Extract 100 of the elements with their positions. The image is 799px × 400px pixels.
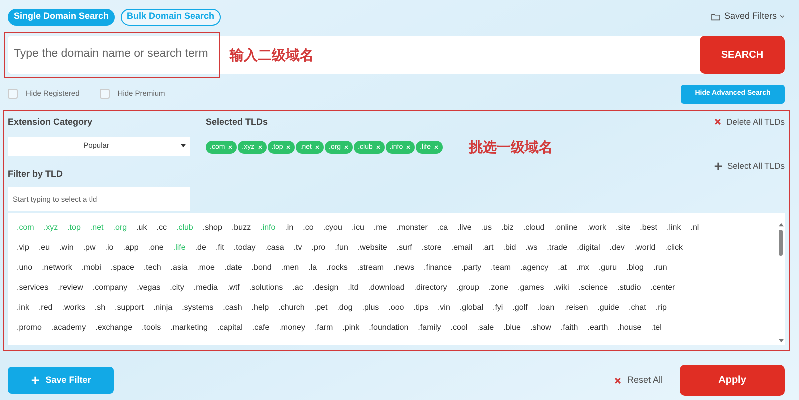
tld-option[interactable]: .stream: [357, 262, 384, 274]
checkbox[interactable]: [8, 89, 18, 99]
tld-option[interactable]: .io: [105, 242, 114, 254]
tld-option[interactable]: .today: [234, 242, 256, 254]
tld-option[interactable]: .email: [451, 242, 473, 254]
tld-option[interactable]: .shop: [202, 222, 222, 234]
tld-option[interactable]: .earth: [588, 322, 608, 334]
tld-option[interactable]: .house: [618, 322, 642, 334]
tld-option[interactable]: .systems: [182, 302, 214, 314]
tld-option[interactable]: .pw: [83, 242, 96, 254]
tld-option[interactable]: .store: [422, 242, 442, 254]
close-icon[interactable]: [286, 144, 292, 150]
tld-option[interactable]: .help: [252, 302, 270, 314]
tld-option[interactable]: .cyou: [323, 222, 342, 234]
select-all-tlds-link[interactable]: Select All TLDs: [714, 160, 785, 172]
close-icon[interactable]: [376, 144, 381, 150]
tld-option[interactable]: .best: [640, 222, 658, 234]
tld-option[interactable]: .ac: [292, 282, 304, 294]
tld-option[interactable]: .farm: [314, 322, 334, 334]
tld-option[interactable]: .golf: [512, 302, 528, 314]
tld-option[interactable]: .us: [481, 222, 492, 234]
tld-option[interactable]: .download: [368, 282, 405, 294]
tld-option[interactable]: .cash: [223, 302, 242, 314]
reset-all-button[interactable]: Reset All: [614, 374, 663, 388]
tld-option[interactable]: .moe: [197, 262, 215, 274]
tld-option[interactable]: .world: [634, 242, 656, 254]
tld-option[interactable]: .blog: [626, 262, 644, 274]
tld-option[interactable]: .pro: [312, 242, 326, 254]
tld-option[interactable]: .biz: [501, 222, 514, 234]
scroll-down-icon[interactable]: [778, 339, 784, 343]
tld-option[interactable]: .church: [278, 302, 305, 314]
tld-option[interactable]: .show: [530, 322, 552, 334]
tld-option[interactable]: .guide: [598, 302, 620, 314]
tld-option[interactable]: .blue: [504, 322, 521, 334]
delete-all-tlds-link[interactable]: Delete All TLDs: [714, 116, 785, 129]
tld-option[interactable]: .ink: [17, 302, 30, 314]
tld-option[interactable]: .loan: [537, 302, 555, 314]
tld-option[interactable]: .fun: [335, 242, 348, 254]
tld-option[interactable]: .work: [587, 222, 606, 234]
close-icon[interactable]: [344, 144, 350, 150]
tld-option[interactable]: .app: [123, 242, 139, 254]
tld-option[interactable]: .men: [281, 262, 300, 274]
tld-option[interactable]: .support: [115, 302, 144, 314]
tld-option[interactable]: .directory: [414, 282, 448, 294]
tld-option[interactable]: .cafe: [252, 322, 270, 334]
tld-option[interactable]: .red: [38, 302, 53, 314]
tld-option[interactable]: .ltd: [348, 282, 359, 294]
tld-option[interactable]: .capital: [218, 322, 243, 334]
tld-option[interactable]: .me: [374, 222, 388, 234]
tld-option[interactable]: .money: [279, 322, 306, 334]
tld-option[interactable]: .monster: [396, 222, 428, 234]
tld-option[interactable]: .academy: [51, 322, 86, 334]
tld-option[interactable]: .in: [285, 222, 294, 234]
tld-option[interactable]: .site: [616, 222, 631, 234]
tld-option[interactable]: .plus: [362, 302, 380, 314]
tld-option[interactable]: .vegas: [137, 282, 161, 294]
tld-option[interactable]: .uno: [17, 262, 33, 274]
tld-option[interactable]: .works: [62, 302, 86, 314]
tld-option[interactable]: .dog: [337, 302, 353, 314]
tld-option[interactable]: .promo: [17, 322, 42, 334]
tld-option[interactable]: .pet: [314, 302, 328, 314]
tld-option[interactable]: .tv: [294, 242, 302, 254]
close-icon[interactable]: [258, 144, 263, 150]
tld-option[interactable]: .global: [460, 302, 484, 314]
tld-option[interactable]: .vip: [17, 242, 30, 254]
tld-option[interactable]: .chat: [629, 302, 646, 314]
tld-option[interactable]: .pink: [342, 322, 360, 334]
tld-option[interactable]: .sale: [477, 322, 494, 334]
tld-option[interactable]: .team: [491, 262, 512, 274]
tld-option[interactable]: .reisen: [564, 302, 588, 314]
tld-option[interactable]: .exchange: [96, 322, 133, 334]
tld-option[interactable]: .wiki: [554, 282, 570, 294]
tld-option[interactable]: .ca: [437, 222, 448, 234]
close-icon[interactable]: [406, 144, 412, 150]
scrollbar[interactable]: [777, 221, 785, 345]
tld-option[interactable]: .cc: [156, 222, 167, 234]
tld-option[interactable]: .marketing: [170, 322, 208, 334]
tld-option[interactable]: .asia: [170, 262, 188, 274]
tld-option[interactable]: .icu: [352, 222, 364, 234]
tld-option[interactable]: .science: [578, 282, 608, 294]
tld-option[interactable]: .casa: [265, 242, 284, 254]
tld-option[interactable]: .wtf: [227, 282, 240, 294]
tld-option[interactable]: .ooo: [388, 302, 404, 314]
tld-option[interactable]: .city: [170, 282, 184, 294]
checkbox[interactable]: [100, 89, 110, 99]
tld-option[interactable]: .click: [665, 242, 684, 254]
tld-option[interactable]: .review: [58, 282, 84, 294]
tld-option[interactable]: .space: [110, 262, 134, 274]
close-icon[interactable]: [228, 144, 234, 150]
tld-option[interactable]: .rocks: [326, 262, 348, 274]
tld-option[interactable]: .tel: [651, 322, 662, 334]
tld-option[interactable]: .fit: [216, 242, 224, 254]
tld-option[interactable]: .run: [653, 262, 668, 274]
close-icon[interactable]: [315, 144, 320, 150]
tld-option[interactable]: .zone: [488, 282, 508, 294]
tld-option[interactable]: .tips: [414, 302, 428, 314]
tld-option[interactable]: .de: [195, 242, 206, 254]
tld-option[interactable]: .design: [312, 282, 339, 294]
tld-option[interactable]: .website: [358, 242, 388, 254]
tld-option[interactable]: .at: [558, 262, 567, 274]
